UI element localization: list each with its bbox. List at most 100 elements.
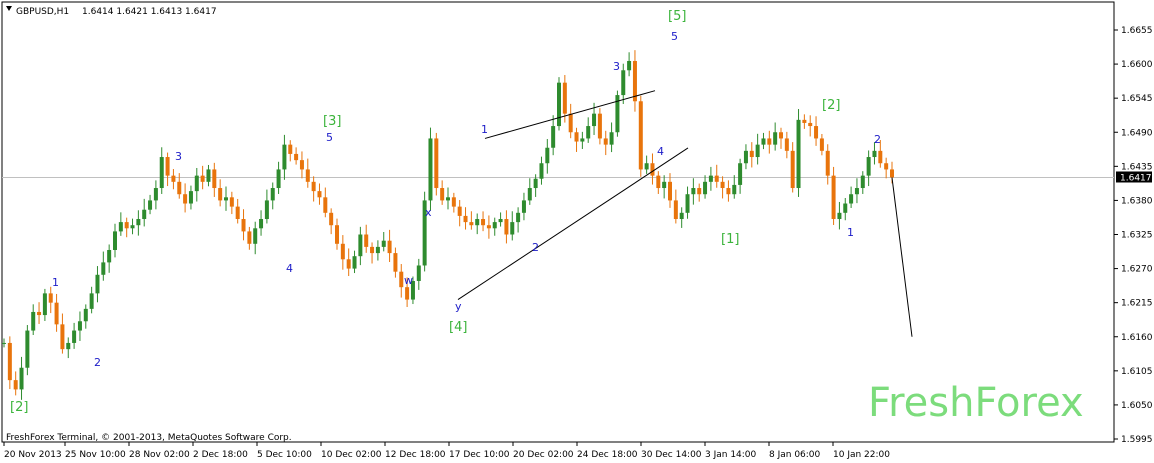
candle-body [650,163,655,176]
wave-label-minor: 4 [286,262,293,275]
candle-body [481,219,486,226]
candle-body [714,175,719,182]
wave-label-minor: 2 [94,356,101,369]
candle-body [533,178,538,189]
candle-body [323,197,328,213]
x-tick-label: 20 Dec 02:00 [513,450,574,460]
candle-body [282,144,287,170]
candle-body [434,138,439,189]
candle-body [837,212,842,220]
candle-body [130,225,135,229]
candle-body [451,197,456,207]
candle-body [177,181,182,195]
candle-body [7,342,12,381]
candle-body [2,342,6,344]
candle-body [475,219,480,226]
candle-body [504,219,509,235]
candle-body [101,262,106,275]
candle-body [492,222,497,229]
candle-body [206,169,211,182]
x-tick-label: 2 Dec 18:00 [193,450,248,460]
candle-body [644,163,649,170]
x-axis: 20 Nov 2013 25 Nov 10:00 28 Nov 02:00 2 Dec… [3,442,890,460]
candle-body [66,342,71,350]
y-tick-label: 1.6270 [1121,265,1153,275]
wave-label-minor: 4 [657,145,664,158]
wave-label-major: [2] [10,400,28,415]
wave-label-major: [5] [668,9,686,24]
candle-body [37,311,42,316]
candle-body [329,212,334,226]
candle-body [235,206,240,220]
wave-label-major: [1] [721,232,739,247]
candle-body [136,219,141,226]
candle-body [685,194,690,213]
candle-body [19,367,24,390]
candle-body [113,231,117,250]
candle-body [726,188,731,195]
candle-body [364,234,369,247]
candle-body [668,181,672,201]
y-tick-label: 1.6325 [1121,231,1153,241]
chart-window[interactable]: [2] 1 2 3 4 5 [3] w x y [4] 1 2 3 4 5 [5] [1] [2] 1 2 1.6655… [0,0,1154,463]
candle-body [42,293,47,316]
candle-body [743,150,748,164]
candle-body [854,188,859,195]
wave-label-minor: x [425,206,432,219]
candle-body [305,169,310,182]
y-tick-label: 1.6215 [1121,299,1153,309]
candle-body [188,191,193,204]
wave-label-minor: 5 [326,131,333,144]
candle-body [749,150,754,158]
candle-body [773,132,778,145]
candle-body [375,246,380,254]
candle-body [697,188,702,195]
x-tick-label: 5 Dec 10:00 [257,450,312,460]
candle-body [796,119,801,189]
candle-body [486,225,491,229]
candle-body [568,113,573,133]
candle-body [627,60,632,71]
candle-body [153,188,158,201]
y-tick-label: 1.6105 [1121,367,1153,377]
candle-body [779,132,783,139]
candle-body [25,330,30,368]
current-price-value: 1.6417 [1120,173,1152,183]
ohlc-readout: 1.6414 1.6421 1.6413 1.6417 [82,7,217,17]
candle-body [142,209,147,220]
candle-body [825,150,830,176]
candle-body [767,138,772,145]
candle-body [299,160,304,170]
candle-body [311,181,316,192]
candle-body [159,157,164,189]
candle-body [691,188,696,195]
candle-body [229,197,234,207]
candle-body [31,311,36,331]
wave-label-major: [3] [323,114,341,129]
candle-body [370,246,375,254]
wave-label-minor: 2 [874,133,881,146]
y-tick-label: 1.6380 [1121,196,1153,206]
candle-body [48,293,53,303]
candle-body [171,175,176,182]
y-tick-label: 1.5995 [1121,435,1153,445]
candle-body [212,169,217,189]
candle-body [393,253,398,272]
y-tick-label: 1.6050 [1121,401,1153,411]
candle-body [124,222,129,229]
candle-body [790,150,795,189]
price-chart[interactable]: [2] 1 2 3 4 5 [3] w x y [4] 1 2 3 4 5 [5] [1] [2] 1 2 1.6655… [0,0,1154,463]
candle-body [381,240,386,247]
candle-body [884,163,889,170]
y-tick-label: 1.6435 [1121,162,1153,172]
candle-body [399,271,404,288]
candle-body [107,249,112,263]
wave-label-minor: 2 [532,241,539,254]
candle-body [165,157,170,176]
candle-body [808,122,813,127]
candle-body [352,256,357,269]
wave-label-minor: 3 [175,150,182,163]
candle-body [521,200,526,213]
plot-area [1,1,1115,443]
candle-body [557,82,561,127]
